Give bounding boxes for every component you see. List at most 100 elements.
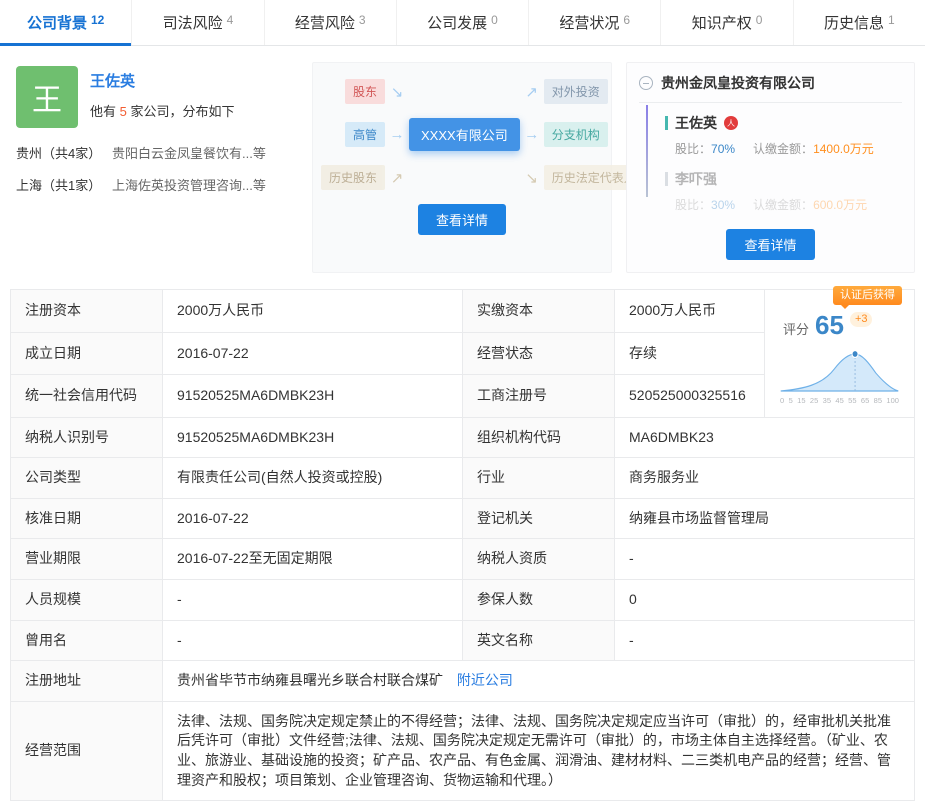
field-value: - bbox=[615, 620, 915, 661]
tab-count: 3 bbox=[359, 13, 366, 27]
company-profile-page: 公司背景 12 司法风险 4 经营风险 3 公司发展 0 经营状况 6 知识产权… bbox=[0, 0, 925, 811]
nearby-companies-link[interactable]: 附近公司 bbox=[457, 672, 513, 688]
tab-label: 经营状况 bbox=[559, 12, 619, 33]
arrow-right-icon: → bbox=[520, 126, 544, 143]
score-axis: 0515253545556585100 bbox=[779, 395, 900, 407]
info-row: 注册资本 2000万人民币 实缴资本 2000万人民币 认证后获得 评分 65 … bbox=[11, 290, 915, 333]
tab-count: 6 bbox=[623, 13, 630, 27]
field-value: 2016-07-22 bbox=[163, 332, 463, 375]
score-ribbon[interactable]: 认证后获得 bbox=[833, 286, 902, 305]
shareholder-name[interactable]: 李吓强 bbox=[675, 169, 717, 189]
tab-count: 0 bbox=[756, 13, 763, 27]
shareholder-item: 李吓强 股比：30%认缴金额：600.0万元 bbox=[665, 169, 902, 213]
overview-section: 王 王佐英 他有 5 家公司，分布如下 贵州（共4家） 贵阳白云金凤皇餐饮有..… bbox=[0, 46, 925, 289]
score-delta-badge: +3 bbox=[850, 312, 873, 327]
tree-connector-line bbox=[646, 105, 648, 197]
region-row: 贵州（共4家） 贵阳白云金凤皇餐饮有...等 bbox=[16, 144, 292, 164]
field-label: 核准日期 bbox=[11, 498, 163, 539]
field-label: 公司类型 bbox=[11, 458, 163, 499]
share-ratio: 70% bbox=[711, 142, 735, 156]
equity-company-name: 贵州金凤皇投资有限公司 bbox=[661, 73, 815, 93]
field-label: 注册地址 bbox=[11, 661, 163, 702]
registered-address-cell: 贵州省毕节市纳雍县曙光乡联合村联合煤矿 附近公司 bbox=[163, 661, 915, 702]
field-value: - bbox=[615, 539, 915, 580]
tab-count: 1 bbox=[888, 13, 895, 27]
graph-center-company[interactable]: XXXX有限公司 bbox=[409, 118, 520, 151]
score-cell: 认证后获得 评分 65 +3 0515253545556585100 bbox=[765, 290, 915, 418]
tab-operation-status[interactable]: 经营状况 6 bbox=[529, 0, 661, 45]
shareholder-detail: 股比：70%认缴金额：1400.0万元 bbox=[675, 140, 902, 157]
region-name: 上海（共1家） bbox=[16, 176, 112, 196]
region-companies[interactable]: 贵阳白云金凤皇餐饮有...等 bbox=[112, 144, 266, 164]
boss-name-link[interactable]: 王佐英 bbox=[90, 70, 234, 91]
tab-bar: 公司背景 12 司法风险 4 经营风险 3 公司发展 0 经营状况 6 知识产权… bbox=[0, 0, 925, 46]
field-label: 统一社会信用代码 bbox=[11, 375, 163, 418]
score-widget[interactable]: 认证后获得 评分 65 +3 0515253545556585100 bbox=[779, 300, 900, 407]
graph-node-branch[interactable]: 分支机构 bbox=[544, 122, 608, 147]
field-label: 经营范围 bbox=[11, 701, 163, 800]
avatar: 王 bbox=[16, 66, 78, 128]
tab-intellectual-property[interactable]: 知识产权 0 bbox=[661, 0, 793, 45]
graph-node-outbound-investment[interactable]: 对外投资 bbox=[544, 79, 608, 104]
company-info-table: 注册资本 2000万人民币 实缴资本 2000万人民币 认证后获得 评分 65 … bbox=[10, 289, 915, 801]
tab-label: 知识产权 bbox=[692, 12, 752, 33]
tab-label: 司法风险 bbox=[163, 12, 223, 33]
field-label: 参保人数 bbox=[463, 580, 615, 621]
tab-judicial-risk[interactable]: 司法风险 4 bbox=[132, 0, 264, 45]
field-label: 人员规模 bbox=[11, 580, 163, 621]
subscribed-amount: 600.0万元 bbox=[813, 198, 867, 212]
tab-count: 0 bbox=[491, 13, 498, 27]
field-label: 注册资本 bbox=[11, 290, 163, 333]
field-value: 2016-07-22 bbox=[163, 498, 463, 539]
field-label: 英文名称 bbox=[463, 620, 615, 661]
field-value: 2000万人民币 bbox=[163, 290, 463, 333]
score-label: 评分 bbox=[783, 321, 809, 339]
region-name: 贵州（共4家） bbox=[16, 144, 112, 164]
tab-company-background[interactable]: 公司背景 12 bbox=[0, 0, 132, 45]
arrow-up-right-icon: ↗ bbox=[520, 83, 544, 101]
equity-view-details-button[interactable]: 查看详情 bbox=[726, 229, 814, 260]
score-marker-dot bbox=[852, 351, 858, 358]
info-row: 注册地址 贵州省毕节市纳雍县曙光乡联合村联合煤矿 附近公司 bbox=[11, 661, 915, 702]
field-value: - bbox=[163, 580, 463, 621]
info-row: 核准日期 2016-07-22 登记机关 纳雍县市场监督管理局 bbox=[11, 498, 915, 539]
field-value: 2000万人民币 bbox=[615, 290, 765, 333]
graph-node-shareholder[interactable]: 股东 bbox=[345, 79, 385, 104]
arrow-up-right-icon: ↗ bbox=[385, 169, 409, 187]
tab-operation-risk[interactable]: 经营风险 3 bbox=[265, 0, 397, 45]
field-value: 2016-07-22至无固定期限 bbox=[163, 539, 463, 580]
node-accent-bar bbox=[665, 116, 668, 130]
score-value: 65 bbox=[815, 312, 844, 338]
tab-company-development[interactable]: 公司发展 0 bbox=[397, 0, 529, 45]
arrow-right-icon: → bbox=[385, 126, 409, 143]
field-label: 实缴资本 bbox=[463, 290, 615, 333]
graph-node-history-shareholder[interactable]: 历史股东 bbox=[321, 165, 385, 190]
region-companies[interactable]: 上海佐英投资管理咨询...等 bbox=[112, 176, 266, 196]
boss-summary: 他有 5 家公司，分布如下 bbox=[90, 101, 234, 120]
field-value: 商务服务业 bbox=[615, 458, 915, 499]
shareholder-name[interactable]: 王佐英 bbox=[675, 113, 717, 133]
boss-panel: 王 王佐英 他有 5 家公司，分布如下 贵州（共4家） 贵阳白云金凤皇餐饮有..… bbox=[10, 62, 298, 273]
tab-count: 4 bbox=[227, 13, 234, 27]
shareholder-tree: 王佐英 人 股比：70%认缴金额：1400.0万元 李吓强 股比：30%认缴金额… bbox=[639, 103, 902, 225]
boss-region-list: 贵州（共4家） 贵阳白云金凤皇餐饮有...等 上海（共1家） 上海佐英投资管理咨… bbox=[16, 144, 292, 195]
field-label: 经营状态 bbox=[463, 332, 615, 375]
graph-view-details-button[interactable]: 查看详情 bbox=[418, 204, 506, 235]
info-row: 纳税人识别号 91520525MA6DMBK23H 组织机构代码 MA6DMBK… bbox=[11, 417, 915, 458]
business-scope: 法律、法规、国务院决定规定禁止的不得经营；法律、法规、国务院决定规定应当许可（审… bbox=[163, 701, 915, 800]
collapse-minus-icon[interactable] bbox=[639, 76, 653, 90]
arrow-down-right-icon: ↘ bbox=[520, 169, 544, 187]
field-value: 有限责任公司(自然人投资或控股) bbox=[163, 458, 463, 499]
company-info-table-wrap: 注册资本 2000万人民币 实缴资本 2000万人民币 认证后获得 评分 65 … bbox=[0, 289, 925, 811]
field-label: 登记机关 bbox=[463, 498, 615, 539]
graph-node-executive[interactable]: 高管 bbox=[345, 122, 385, 147]
field-value: 91520525MA6DMBK23H bbox=[163, 417, 463, 458]
tab-count: 12 bbox=[91, 13, 104, 27]
shareholder-detail: 股比：30%认缴金额：600.0万元 bbox=[675, 196, 902, 213]
info-row: 公司类型 有限责任公司(自然人投资或控股) 行业 商务服务业 bbox=[11, 458, 915, 499]
tab-label: 公司发展 bbox=[427, 12, 487, 33]
info-row: 曾用名 - 英文名称 - bbox=[11, 620, 915, 661]
equity-company-node[interactable]: 贵州金凤皇投资有限公司 bbox=[639, 73, 902, 103]
tab-history-info[interactable]: 历史信息 1 bbox=[794, 0, 925, 45]
field-label: 曾用名 bbox=[11, 620, 163, 661]
